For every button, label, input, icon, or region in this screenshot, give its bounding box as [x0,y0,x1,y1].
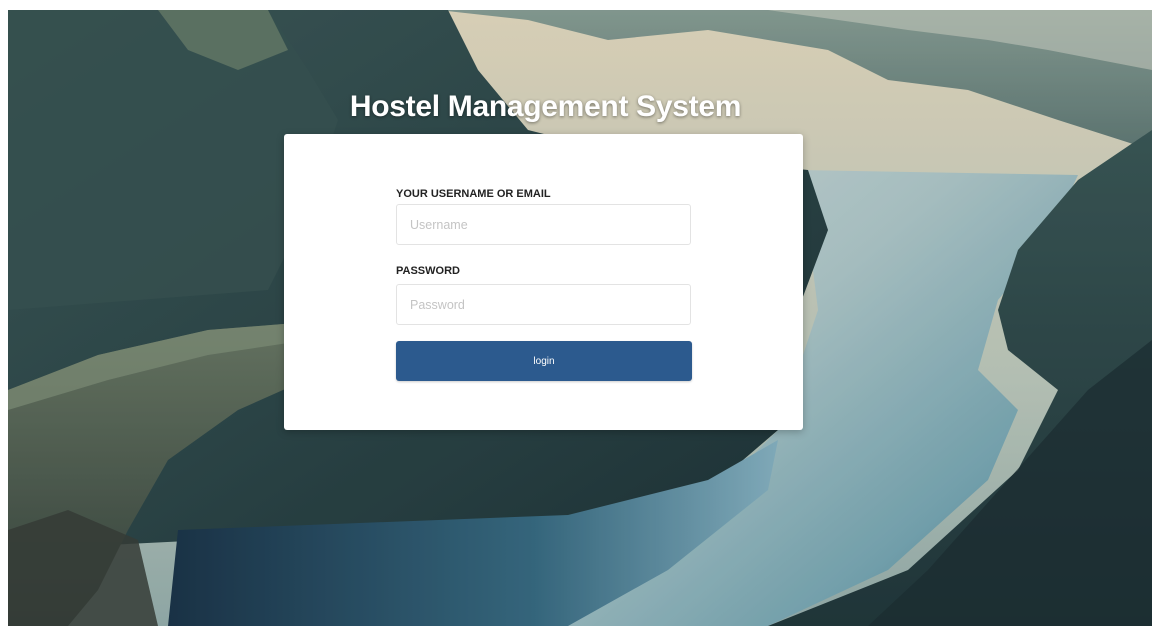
password-label: PASSWORD [396,265,460,277]
login-card: YOUR USERNAME OR EMAIL PASSWORD login [284,134,803,430]
login-button[interactable]: login [396,341,692,381]
username-input[interactable] [396,204,691,245]
password-input[interactable] [396,284,691,325]
username-label: YOUR USERNAME OR EMAIL [396,188,551,200]
login-page: Hostel Management System YOUR USERNAME O… [8,10,1152,626]
page-title: Hostel Management System [349,90,742,123]
